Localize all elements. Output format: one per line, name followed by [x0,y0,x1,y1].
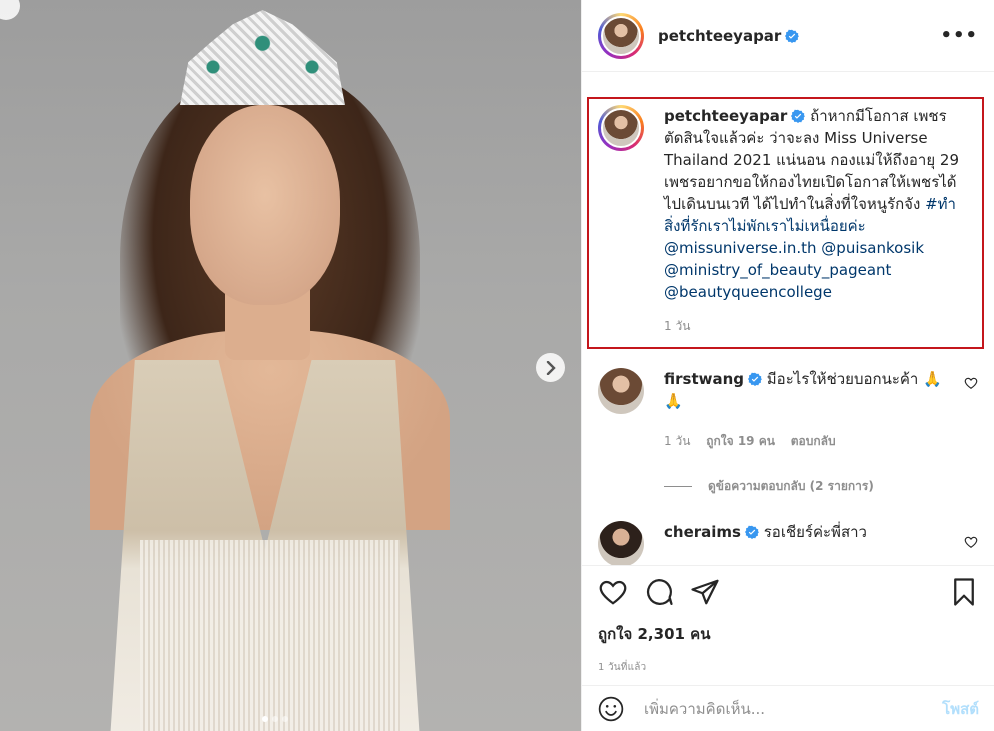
view-replies-button[interactable]: ดูข้อความตอบกลับ (2 รายการ) [664,477,874,496]
caption-mention[interactable]: @beautyqueencollege [664,283,832,301]
comment-bubble-icon[interactable] [644,577,674,607]
photo-dress-fringe [140,540,400,731]
caption-body: petchteeyapar ถ้าหากมีโอกาส เพชรตัดสินใจ… [664,105,964,337]
verified-badge-icon [748,372,763,386]
carousel-dot [282,716,288,722]
likes-count[interactable]: ถูกใจ 2,301 คน [598,622,979,646]
post-caption: petchteeyapar ถ้าหากมีโอกาส เพชรตัดสินใจ… [598,105,978,337]
comment-meta: 1 วัน ถูกใจ 19 คน ตอบกลับ [664,430,944,452]
author-avatar[interactable] [598,12,644,59]
comment-avatar[interactable] [598,368,644,414]
view-replies-label: ดูข้อความตอบกลับ (2 รายการ) [708,479,874,493]
caption-username[interactable]: petchteeyapar [664,107,787,125]
carousel-indicator [262,716,288,722]
post-side-panel: petchteeyapar ••• petchteeyapar ถ้าหากมี… [581,0,994,731]
comment-composer: เพิ่มความคิดเห็น... โพสต์ [582,685,994,731]
photo-crown [180,10,345,105]
photo-face [190,105,340,305]
comment-body: cheraims รอเชียร์ค่ะพี่สาว [664,521,944,565]
comment-item: cheraims รอเชียร์ค่ะพี่สาว [598,521,978,565]
comment-reply-button[interactable]: ตอบกลับ [791,434,836,448]
like-comment-heart-icon[interactable] [964,535,978,549]
post-header: petchteeyapar ••• [582,0,994,72]
caption-mention[interactable]: @missuniverse.in.th [664,239,817,257]
comment-item: firstwang มีอะไรให้ช่วยบอกนะค้า 🙏🙏 1 วัน… [598,368,978,452]
comment-input[interactable]: เพิ่มความคิดเห็น... [644,697,942,721]
comment-username[interactable]: cheraims [664,523,741,541]
emoji-smiley-icon[interactable] [598,696,624,722]
verified-badge-icon [791,109,806,123]
post-timestamp[interactable]: 1 วันที่แล้ว [598,660,979,675]
comment-body: firstwang มีอะไรให้ช่วยบอกนะค้า 🙏🙏 1 วัน… [664,368,944,452]
comment-likes[interactable]: ถูกใจ 19 คน [706,434,775,448]
verified-badge-icon [785,29,800,43]
carousel-dot [262,716,268,722]
caption-mention[interactable]: @puisankosik [821,239,924,257]
caption-mention[interactable]: @ministry_of_beauty_pageant [664,261,891,279]
action-icons [598,572,979,612]
more-options-button[interactable]: ••• [940,25,978,46]
like-heart-icon[interactable] [598,577,628,607]
carousel-prev-icon[interactable] [0,0,20,20]
share-paper-plane-icon[interactable] [690,577,720,607]
save-bookmark-icon[interactable] [949,577,979,607]
comments-list: petchteeyapar ถ้าหากมีโอกาส เพชรตัดสินใจ… [582,85,994,565]
author-username[interactable]: petchteeyapar [658,27,800,45]
comment-avatar[interactable] [598,521,644,565]
caption-meta: 1 วัน [664,315,964,337]
carousel-next-button[interactable] [536,353,565,382]
post-actions: ถูกใจ 2,301 คน 1 วันที่แล้ว [582,565,994,675]
post-comment-button[interactable]: โพสต์ [942,697,979,721]
replies-divider [664,486,692,487]
like-comment-heart-icon[interactable] [964,376,978,390]
comment-time[interactable]: 1 วัน [664,434,690,448]
verified-badge-icon [744,525,759,539]
caption-avatar[interactable] [598,105,644,151]
carousel-dot [272,716,278,722]
post-image[interactable] [0,0,581,731]
chevron-right-icon [546,360,556,375]
comment-text: รอเชียร์ค่ะพี่สาว [763,523,867,541]
caption-time[interactable]: 1 วัน [664,319,690,333]
comment-username[interactable]: firstwang [664,370,744,388]
